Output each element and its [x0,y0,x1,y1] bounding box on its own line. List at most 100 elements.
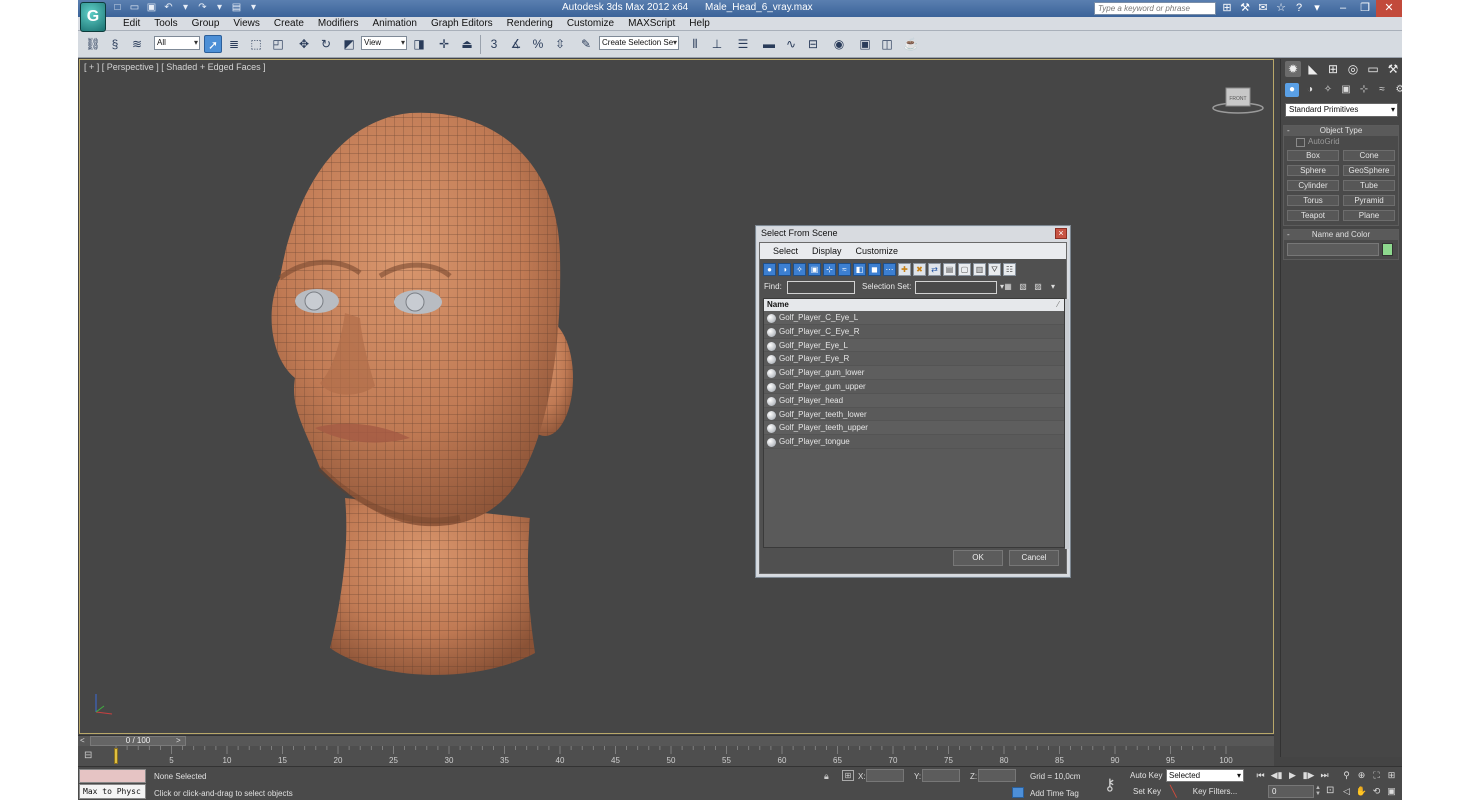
project-icon[interactable]: ▤ [229,1,244,15]
menu-animation[interactable]: Animation [365,17,423,31]
align-icon[interactable]: ⊥ [708,35,726,53]
add-to-selection-set-icon[interactable]: ▧ [1017,281,1029,293]
close-icon[interactable]: ✕ [1376,0,1402,17]
remove-selection-set-icon[interactable]: ▨ [1032,281,1044,293]
dialog-close-icon[interactable]: × [1055,228,1067,239]
undo-icon[interactable]: ↶ [161,1,176,15]
create-tab-icon[interactable]: ✹ [1285,61,1301,77]
options-dropdown-icon[interactable]: ▾ [1047,281,1059,293]
percent-snap-icon[interactable]: % [529,35,547,53]
absolute-mode-icon[interactable]: ⊞ [842,770,854,781]
display-lights-icon[interactable]: ✧ [793,263,806,276]
reference-coordinate-dropdown[interactable]: View [361,36,407,50]
list-item[interactable]: Golf_Player_C_Eye_R [764,325,1064,339]
display-geometry-icon[interactable]: ● [763,263,776,276]
orbit-icon[interactable]: ⟲ [1370,785,1383,798]
play-icon[interactable]: ▶ [1286,769,1299,782]
restore-icon[interactable]: ❐ [1354,0,1376,17]
edit-named-selection-icon[interactable]: ✎ [577,35,595,53]
menu-edit[interactable]: Edit [116,17,147,31]
systems-icon[interactable]: ⚙ [1393,83,1402,97]
lights-icon[interactable]: ✧ [1321,83,1335,97]
selection-filter-dropdown[interactable]: All [154,36,200,50]
find-input[interactable] [787,281,855,294]
add-time-tag[interactable]: Add Time Tag [1030,789,1079,798]
key-icon[interactable]: ⚷ [1104,775,1116,795]
display-groups-icon[interactable]: ◧ [853,263,866,276]
selection-set-dropdown[interactable] [915,281,1004,294]
schematic-view-icon[interactable]: ⊟ [804,35,822,53]
snaps-toggle-icon[interactable]: 3 [485,35,503,53]
timeline-ruler[interactable]: 0510152025303540455055606570758085909510… [108,746,1248,766]
select-none-icon[interactable]: ▢ [958,263,971,276]
current-frame-marker[interactable] [114,748,118,764]
list-item[interactable]: Golf_Player_Eye_R [764,352,1064,367]
list-scrollbar[interactable] [1065,299,1069,549]
dialog-menu-display[interactable]: Display [805,243,849,259]
bind-spacewarp-icon[interactable]: ≋ [128,35,146,53]
window-crossing-icon[interactable]: ◰ [269,35,287,53]
select-invert-icon[interactable]: ▥ [973,263,986,276]
open-icon[interactable]: ▭ [127,1,142,15]
track-bar[interactable]: ⊟ 05101520253035404550556065707580859095… [78,746,1274,766]
mini-curve-editor-icon[interactable]: ⊟ [84,750,100,762]
zoom-icon[interactable]: ⚲ [1340,769,1353,782]
display-shapes-icon[interactable]: ◑ [778,263,791,276]
redo-icon[interactable]: ↷ [195,1,210,15]
key-mode-dropdown[interactable]: Selected [1166,769,1244,782]
list-item[interactable]: Golf_Player_tongue [764,435,1064,449]
key-filter-icon[interactable]: ╲ [1170,785,1177,798]
display-helpers-icon[interactable]: ⊹ [823,263,836,276]
helpers-icon[interactable]: ⊹ [1357,83,1371,97]
menu-create[interactable]: Create [267,17,311,31]
list-item[interactable]: Golf_Player_C_Eye_L [764,311,1064,325]
new-icon[interactable]: □ [110,1,125,15]
motion-tab-icon[interactable]: ◎ [1345,61,1361,77]
maxscript-mini-listener[interactable]: Max to Physc [79,784,146,799]
list-item[interactable]: Golf_Player_teeth_lower [764,408,1064,422]
key-filters-button[interactable]: Key Filters... [1186,785,1244,798]
plane-button[interactable]: Plane [1343,210,1395,221]
geosphere-button[interactable]: GeoSphere [1343,165,1395,176]
time-slider-thumb[interactable]: 0 / 100 [90,736,186,746]
viewport-label[interactable]: [ + ] [ Perspective ] [ Shaded + Edged F… [84,62,266,72]
move-icon[interactable]: ✥ [295,35,313,53]
layer-manager-icon[interactable]: ☰ [734,35,752,53]
sphere-button[interactable]: Sphere [1287,165,1339,176]
ok-button[interactable]: OK [953,550,1003,566]
material-editor-icon[interactable]: ◉ [830,35,848,53]
hierarchy-tab-icon[interactable]: ⊞ [1325,61,1341,77]
name-and-color-rollout-title[interactable]: - Name and Color [1284,230,1398,240]
menu-rendering[interactable]: Rendering [500,17,560,31]
display-spacewarps-icon[interactable]: ≈ [838,263,851,276]
cameras-icon[interactable]: ▣ [1339,83,1353,97]
menu-modifiers[interactable]: Modifiers [311,17,366,31]
field-of-view-icon[interactable]: ◁ [1340,785,1353,798]
time-tag-icon[interactable] [1012,787,1024,798]
menu-graph-editors[interactable]: Graph Editors [424,17,500,31]
go-to-end-icon[interactable]: ⏭ [1318,769,1331,782]
save-icon[interactable]: ▣ [144,1,159,15]
viewcube[interactable]: FRONT [1212,84,1264,114]
link-icon[interactable]: ⛓ [84,35,102,53]
next-frame-icon[interactable]: > [176,736,181,746]
graphite-ribbon-icon[interactable]: ▬ [760,35,778,53]
maxscript-listener-output[interactable] [79,769,146,783]
dialog-menu-customize[interactable]: Customize [849,243,906,259]
shapes-icon[interactable]: ◑ [1303,83,1317,97]
object-color-swatch[interactable] [1382,243,1393,256]
app-logo[interactable]: G [80,2,106,32]
help-icon[interactable]: ? [1292,1,1306,15]
display-xrefs-icon[interactable]: ◼ [868,263,881,276]
redo-list-icon[interactable]: ▾ [212,1,227,15]
previous-frame-icon[interactable]: < [80,736,85,746]
menu-group[interactable]: Group [185,17,227,31]
scale-icon[interactable]: ◩ [340,35,358,53]
wrench-icon[interactable]: ⚒ [1238,1,1252,15]
select-object-icon[interactable]: ➚ [204,35,222,53]
geometry-icon[interactable]: ● [1285,83,1299,97]
mirror-icon[interactable]: ⫴ [686,35,704,53]
maximize-viewport-icon[interactable]: ▣ [1385,785,1398,798]
box-button[interactable]: Box [1287,150,1339,161]
modify-tab-icon[interactable]: ◣ [1305,61,1321,77]
